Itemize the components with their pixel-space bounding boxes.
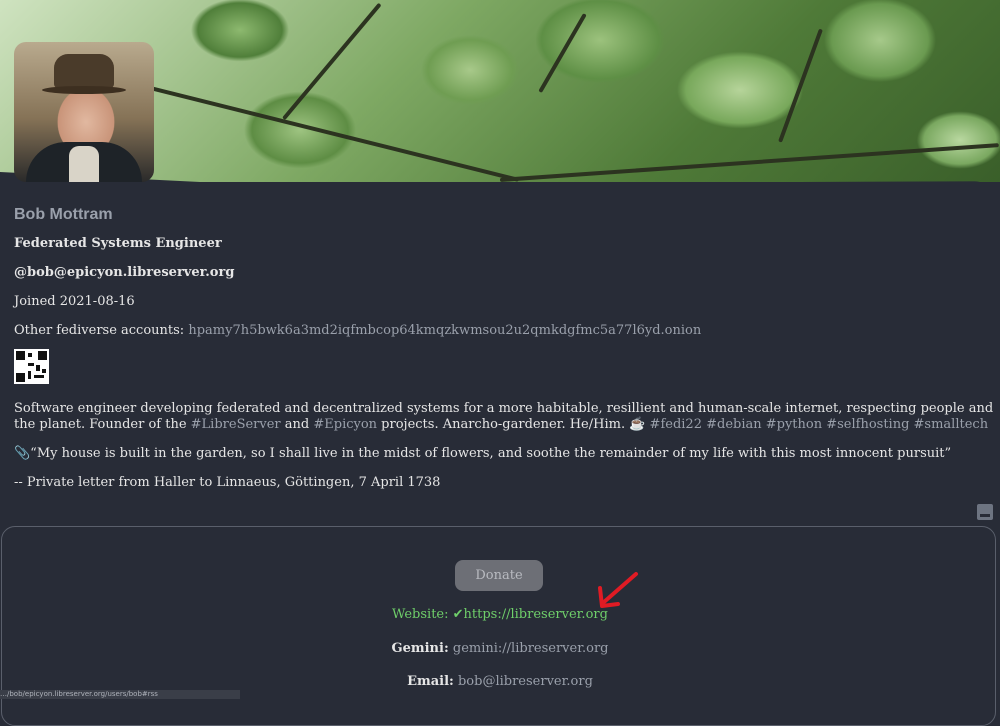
profile-bio: Software engineer developing federated a… — [14, 401, 994, 491]
bio-quote: 📎“My house is built in the garden, so I … — [14, 446, 952, 461]
bio-attribution: -- Private letter from Haller to Linnaeu… — [14, 475, 441, 490]
website-row: Website: ✔https://libreserver.org — [0, 607, 1000, 622]
browser-status-bar: …/bob/epicyon.libreserver.org/users/bob#… — [0, 690, 240, 699]
bio-text: and — [280, 417, 314, 432]
profile-handle: @bob@epicyon.libreserver.org — [14, 265, 235, 280]
hashtag-libreserver[interactable]: #LibreServer — [191, 417, 281, 432]
gemini-link[interactable]: gemini://libreserver.org — [453, 641, 609, 656]
gemini-label: Gemini: — [391, 641, 449, 656]
profile-name: Bob Mottram — [14, 206, 113, 223]
coffee-icon: ☕ — [629, 417, 646, 432]
email-label: Email: — [407, 674, 454, 689]
hashtag-epicyon[interactable]: #Epicyon — [313, 417, 377, 432]
joined-date: Joined 2021-08-16 — [14, 294, 135, 309]
other-accounts-link[interactable]: hpamy7h5bwk6a3md2iqfmbcop64kmqzkwmsou2u2… — [188, 323, 701, 338]
profile-role: Federated Systems Engineer — [14, 236, 222, 251]
other-accounts: Other fediverse accounts: hpamy7h5bwk6a3… — [14, 323, 701, 338]
qr-code-icon[interactable] — [14, 349, 49, 384]
other-accounts-label: Other fediverse accounts: — [14, 323, 185, 338]
hashtags[interactable]: #fedi22 #debian #python #selfhosting #sm… — [645, 417, 989, 432]
donate-button[interactable]: Donate — [455, 560, 543, 591]
gemini-row: Gemini: gemini://libreserver.org — [0, 641, 1000, 656]
email-link[interactable]: bob@libreserver.org — [458, 674, 593, 689]
email-row: Email: bob@libreserver.org — [0, 674, 1000, 689]
website-link[interactable]: ✔https://libreserver.org — [453, 607, 608, 622]
website-label: Website: — [392, 607, 449, 622]
bio-text: projects. Anarcho-gardener. He/Him. — [377, 417, 630, 432]
avatar[interactable] — [14, 42, 154, 182]
annotation-arrow-icon — [598, 572, 638, 608]
rss-feed-icon[interactable] — [977, 504, 993, 520]
